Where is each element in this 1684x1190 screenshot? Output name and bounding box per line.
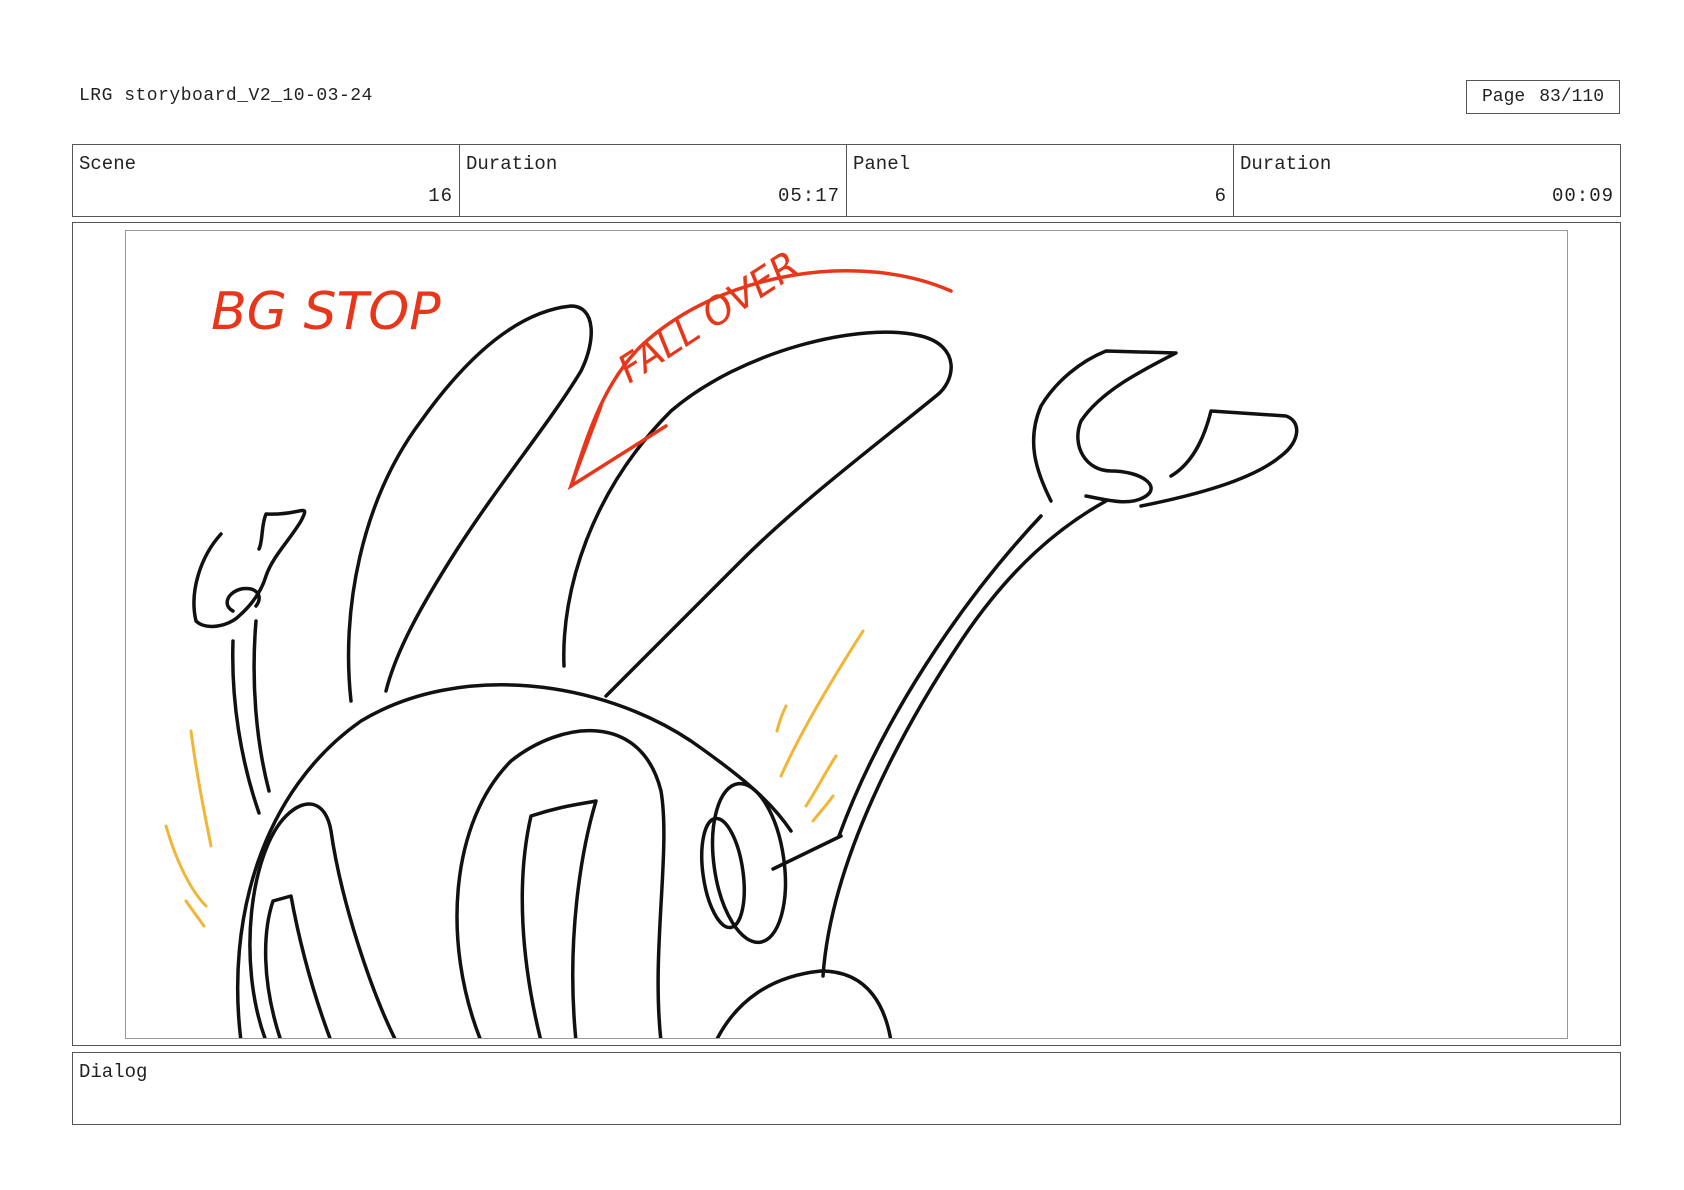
body-stripe [520, 799, 598, 1038]
hand-left [192, 508, 307, 629]
panel-value: 6 [1214, 185, 1227, 207]
goggle-rim [700, 816, 746, 930]
scene-info-row: Scene 16 Duration 05:17 Panel 6 Duration… [72, 144, 1621, 217]
page-label: Page [1481, 87, 1526, 107]
dialog-label: Dialog [79, 1061, 148, 1083]
scene-value: 16 [428, 185, 453, 207]
motion-line [164, 824, 208, 908]
annotation-bg-stop: BG STOP [211, 282, 441, 342]
hand-right [1139, 409, 1299, 508]
scene-cell: Scene 16 [73, 145, 460, 216]
panel-cell: Panel 6 [847, 145, 1234, 216]
body-stripe [455, 729, 666, 1038]
panel-duration-label: Duration [1240, 153, 1332, 175]
foot [715, 969, 893, 1038]
scene-duration-value: 05:17 [777, 185, 840, 207]
motion-line [811, 794, 835, 823]
scene-label: Scene [79, 153, 137, 175]
hand-right [1031, 349, 1178, 504]
dialog-box: Dialog [72, 1052, 1621, 1125]
scene-duration-label: Duration [466, 153, 558, 175]
document-title: LRG storyboard_V2_10-03-24 [79, 86, 373, 106]
arm-right [821, 499, 1108, 978]
panel-sketch: BG STOP FALL OVER [164, 242, 1299, 1038]
scene-duration-cell: Duration 05:17 [460, 145, 847, 216]
ear-right [562, 330, 953, 698]
arm-left [252, 619, 271, 793]
panel-duration-cell: Duration 00:09 [1234, 145, 1620, 216]
body-stripe [263, 894, 332, 1038]
page-indicator: Page 83/110 [1466, 80, 1620, 114]
page-number: 83/110 [1539, 87, 1605, 107]
panel-label: Panel [853, 153, 911, 175]
panel-duration-value: 00:09 [1551, 185, 1614, 207]
motion-line [779, 629, 865, 778]
motion-line [775, 704, 788, 733]
annotation-fall-over: FALL OVER [610, 242, 807, 391]
motion-line [189, 729, 213, 848]
body-outline [235, 683, 793, 1038]
goggle-lens [710, 781, 788, 945]
storyboard-panel: BG STOP FALL OVER [125, 230, 1568, 1039]
ear-left [346, 304, 593, 703]
motion-line [184, 899, 206, 928]
